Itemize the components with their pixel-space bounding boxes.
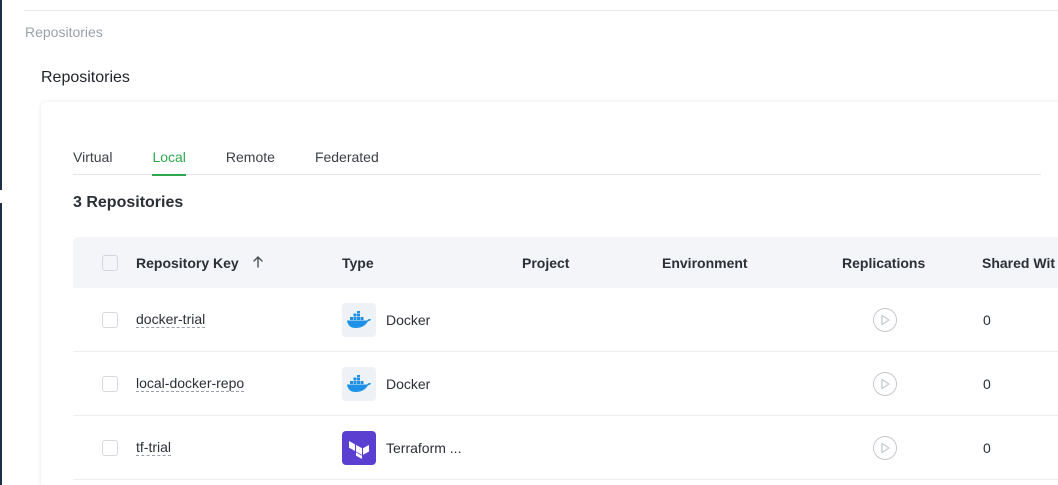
row-select-cell (102, 352, 118, 415)
page-title: Repositories (41, 69, 130, 86)
docker-icon (342, 366, 376, 401)
play-icon[interactable] (873, 371, 897, 396)
terraform-icon (342, 430, 376, 465)
repository-key-link[interactable]: docker-trial (136, 311, 206, 328)
page: Repositories Repositories Virtual Local … (0, 0, 1058, 485)
select-all-cell (102, 237, 118, 288)
table-row[interactable]: tf-trial Terraform ... 0 (73, 416, 1058, 480)
tab-federated[interactable]: Federated (315, 144, 379, 175)
type-label: Terraform ... (386, 439, 462, 456)
replications-cell (873, 416, 897, 479)
type-cell: Terraform ... (342, 416, 461, 479)
select-all-checkbox[interactable] (102, 254, 118, 271)
table-header: Repository Key Type Project Environment … (73, 237, 1058, 288)
repository-key-link[interactable]: tf-trial (136, 439, 171, 456)
shared-with-cell: 0 (983, 439, 991, 456)
table-row[interactable]: docker-trial Docker 0 (73, 288, 1058, 352)
row-select-cell (102, 288, 118, 351)
left-sidebar-edge (0, 0, 2, 485)
breadcrumb[interactable]: Repositories (25, 24, 103, 40)
tab-remote[interactable]: Remote (226, 144, 275, 175)
tab-virtual[interactable]: Virtual (73, 144, 112, 175)
type-cell: Docker (342, 288, 430, 351)
repository-key-link[interactable]: local-docker-repo (136, 375, 245, 392)
type-cell: Docker (342, 352, 430, 415)
play-icon[interactable] (873, 307, 897, 332)
column-header-project[interactable]: Project (522, 237, 569, 288)
row-checkbox[interactable] (102, 311, 118, 328)
table-row[interactable]: local-docker-repo Docker 0 (73, 352, 1058, 416)
column-header-environment[interactable]: Environment (662, 237, 748, 288)
row-checkbox[interactable] (102, 375, 118, 392)
column-header-repository-key[interactable]: Repository Key (136, 237, 263, 288)
repository-key-cell: local-docker-repo (136, 352, 245, 415)
column-header-shared-with[interactable]: Shared Wit (982, 237, 1055, 288)
repository-key-cell: tf-trial (136, 416, 171, 479)
row-select-cell (102, 416, 118, 479)
row-checkbox[interactable] (102, 439, 118, 456)
repository-type-tabs: Virtual Local Remote Federated (73, 144, 1041, 176)
docker-icon (342, 302, 376, 337)
column-header-type[interactable]: Type (342, 237, 374, 288)
column-label: Repository Key (136, 254, 239, 271)
play-icon[interactable] (873, 435, 897, 460)
replications-cell (873, 288, 897, 351)
arrow-up-icon[interactable] (253, 255, 263, 271)
replications-cell (873, 352, 897, 415)
sidebar-edge-segment (0, 203, 2, 485)
sidebar-edge-segment (0, 0, 2, 190)
shared-with-cell: 0 (983, 311, 991, 328)
header-divider (24, 10, 1058, 11)
repository-count: 3 Repositories (73, 194, 184, 211)
type-label: Docker (386, 311, 431, 328)
repositories-table: Repository Key Type Project Environment … (73, 237, 1058, 480)
column-header-replications[interactable]: Replications (842, 237, 925, 288)
shared-with-cell: 0 (983, 375, 991, 392)
type-label: Docker (386, 375, 431, 392)
tab-local[interactable]: Local (152, 144, 187, 176)
repositories-card: Virtual Local Remote Federated 3 Reposit… (41, 102, 1058, 485)
repository-key-cell: docker-trial (136, 288, 206, 351)
